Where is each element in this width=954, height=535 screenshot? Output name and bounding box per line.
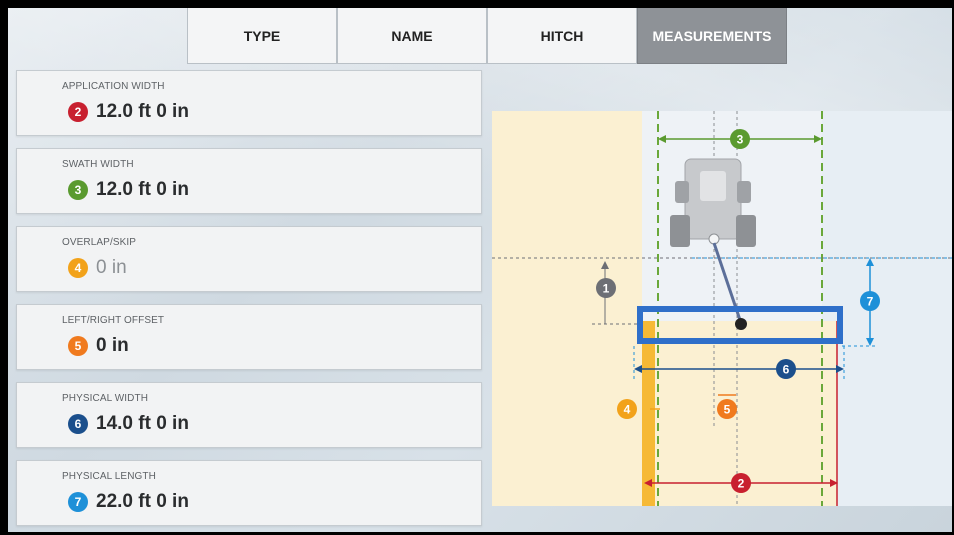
field-value: 0 in — [96, 335, 129, 356]
field-label: APPLICATION WIDTH — [62, 81, 165, 92]
tab-bar: TYPE NAME HITCH MEASUREMENTS — [187, 8, 787, 64]
screen: TYPE NAME HITCH MEASUREMENTS APPLICATION… — [8, 8, 952, 532]
field-swath-width[interactable]: SWATH WIDTH 3 12.0 ft 0 in — [16, 148, 482, 214]
marker-badge: 7 — [68, 492, 88, 512]
field-overlap-skip[interactable]: OVERLAP/SKIP 4 0 in — [16, 226, 482, 292]
diagram-marker-7: 7 — [860, 291, 880, 311]
marker-badge: 4 — [68, 258, 88, 278]
marker-badge: 3 — [68, 180, 88, 200]
unapplied-area — [492, 111, 658, 506]
measurement-list: APPLICATION WIDTH 2 12.0 ft 0 in SWATH W… — [16, 70, 482, 532]
field-value: 12.0 ft 0 in — [96, 179, 189, 200]
tab-name[interactable]: NAME — [337, 8, 487, 64]
marker-badge: 2 — [68, 102, 88, 122]
svg-text:5: 5 — [724, 403, 731, 417]
svg-text:6: 6 — [783, 363, 790, 377]
implement-measurement-diagram: 3 1 7 6 4 5 2 — [492, 111, 952, 506]
field-physical-length[interactable]: PHYSICAL LENGTH 7 22.0 ft 0 in — [16, 460, 482, 526]
svg-text:4: 4 — [624, 403, 631, 417]
tab-measurements[interactable]: MEASUREMENTS — [637, 8, 787, 64]
field-value: 22.0 ft 0 in — [96, 491, 189, 512]
field-physical-width[interactable]: PHYSICAL WIDTH 6 14.0 ft 0 in — [16, 382, 482, 448]
tab-type[interactable]: TYPE — [187, 8, 337, 64]
svg-text:1: 1 — [603, 282, 610, 296]
svg-text:2: 2 — [738, 477, 745, 491]
diagram-marker-6: 6 — [776, 359, 796, 379]
tab-hitch[interactable]: HITCH — [487, 8, 637, 64]
marker-badge: 6 — [68, 414, 88, 434]
marker-badge: 5 — [68, 336, 88, 356]
field-application-width[interactable]: APPLICATION WIDTH 2 12.0 ft 0 in — [16, 70, 482, 136]
diagram-marker-4: 4 — [617, 399, 637, 419]
field-label: OVERLAP/SKIP — [62, 237, 137, 248]
field-label: LEFT/RIGHT OFFSET — [62, 315, 165, 326]
field-value: 0 in — [96, 257, 127, 278]
diagram-marker-1: 1 — [596, 278, 616, 298]
overlap-strip — [642, 321, 655, 506]
diagram-marker-5: 5 — [717, 399, 737, 419]
diagram-marker-3: 3 — [730, 129, 750, 149]
hitch-point-icon — [735, 318, 747, 330]
svg-text:3: 3 — [737, 133, 744, 147]
field-label: SWATH WIDTH — [62, 159, 134, 170]
field-value: 12.0 ft 0 in — [96, 101, 189, 122]
field-label: PHYSICAL LENGTH — [62, 471, 156, 482]
field-value: 14.0 ft 0 in — [96, 413, 189, 434]
diagram-marker-2: 2 — [731, 473, 751, 493]
svg-text:7: 7 — [867, 295, 874, 309]
field-label: PHYSICAL WIDTH — [62, 393, 149, 404]
field-left-right-offset[interactable]: LEFT/RIGHT OFFSET 5 0 in — [16, 304, 482, 370]
